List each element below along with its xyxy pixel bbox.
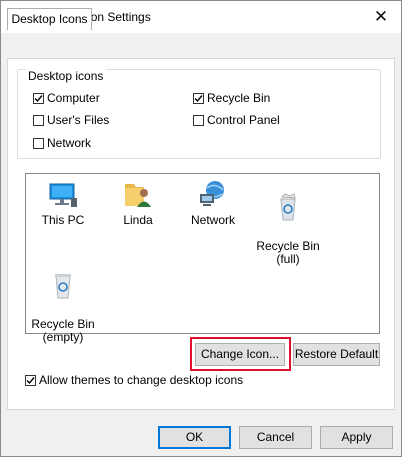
desktop-icons-group-legend: Desktop icons: [25, 69, 107, 83]
list-item-label: Network: [190, 213, 235, 227]
allow-themes-checkbox-box[interactable]: [25, 374, 36, 386]
allow-themes-checkbox-label: Allow themes to change desktop icons: [39, 373, 244, 387]
list-item-label: Linda: [123, 213, 153, 227]
allow-themes-checkbox[interactable]: Allow themes to change desktop icons: [25, 372, 243, 388]
list-item-label: This PC: [41, 213, 85, 227]
list-item-network[interactable]: Network: [177, 178, 249, 227]
list-item-recycle-bin-full[interactable]: Recycle Bin (full): [252, 178, 324, 266]
computer-checkbox-box[interactable]: [33, 92, 44, 104]
control-panel-checkbox-label: Control Panel: [207, 113, 280, 127]
list-item-linda[interactable]: Linda: [102, 178, 174, 227]
apply-button[interactable]: Apply: [320, 426, 393, 449]
tab-desktop-icons[interactable]: Desktop Icons: [7, 8, 92, 30]
users-files-checkbox-box[interactable]: [33, 114, 44, 126]
network-checkbox-label: Network: [47, 136, 92, 150]
desktop-icon-list[interactable]: This PC Linda Network Recycle Bin (full)…: [25, 173, 380, 344]
change-icon-button[interactable]: Change Icon...: [195, 343, 285, 366]
network-checkbox-box[interactable]: [33, 137, 44, 149]
computer-checkbox[interactable]: Computer: [33, 90, 100, 106]
control-panel-checkbox-box[interactable]: [193, 114, 204, 126]
close-icon: ✕: [373, 7, 389, 26]
checkmark-icon: [34, 94, 43, 102]
desktop-icon-settings-window: Desktop Icon Settings ✕ Desktop Icons De…: [0, 0, 402, 457]
computer-icon: [49, 183, 77, 207]
user-folder-icon: [125, 184, 151, 207]
control-panel-checkbox[interactable]: Control Panel: [193, 112, 280, 128]
checkmark-icon: [26, 376, 35, 384]
ok-button[interactable]: OK: [158, 426, 231, 449]
recycle-bin-empty-icon: [55, 274, 71, 299]
network-checkbox[interactable]: Network: [33, 135, 91, 151]
cancel-button[interactable]: Cancel: [239, 426, 312, 449]
recycle-bin-checkbox-label: Recycle Bin: [207, 91, 271, 105]
checkmark-icon: [194, 94, 203, 102]
users-files-checkbox[interactable]: User's Files: [33, 112, 109, 128]
network-icon: [200, 181, 224, 206]
computer-checkbox-label: Computer: [47, 91, 100, 105]
list-item-recycle-bin-empty[interactable]: Recycle Bin (empty): [27, 256, 99, 344]
recycle-bin-full-icon: [280, 193, 296, 221]
recycle-bin-checkbox[interactable]: Recycle Bin: [193, 90, 270, 106]
users-files-checkbox-label: User's Files: [47, 113, 110, 127]
recycle-bin-checkbox-box[interactable]: [193, 92, 204, 104]
list-item-label: Recycle Bin (empty): [31, 317, 95, 344]
restore-default-button[interactable]: Restore Default: [293, 343, 380, 366]
list-item-label: Recycle Bin (full): [256, 239, 320, 266]
close-button[interactable]: ✕: [367, 3, 395, 31]
list-item-this-pc[interactable]: This PC: [27, 178, 99, 227]
